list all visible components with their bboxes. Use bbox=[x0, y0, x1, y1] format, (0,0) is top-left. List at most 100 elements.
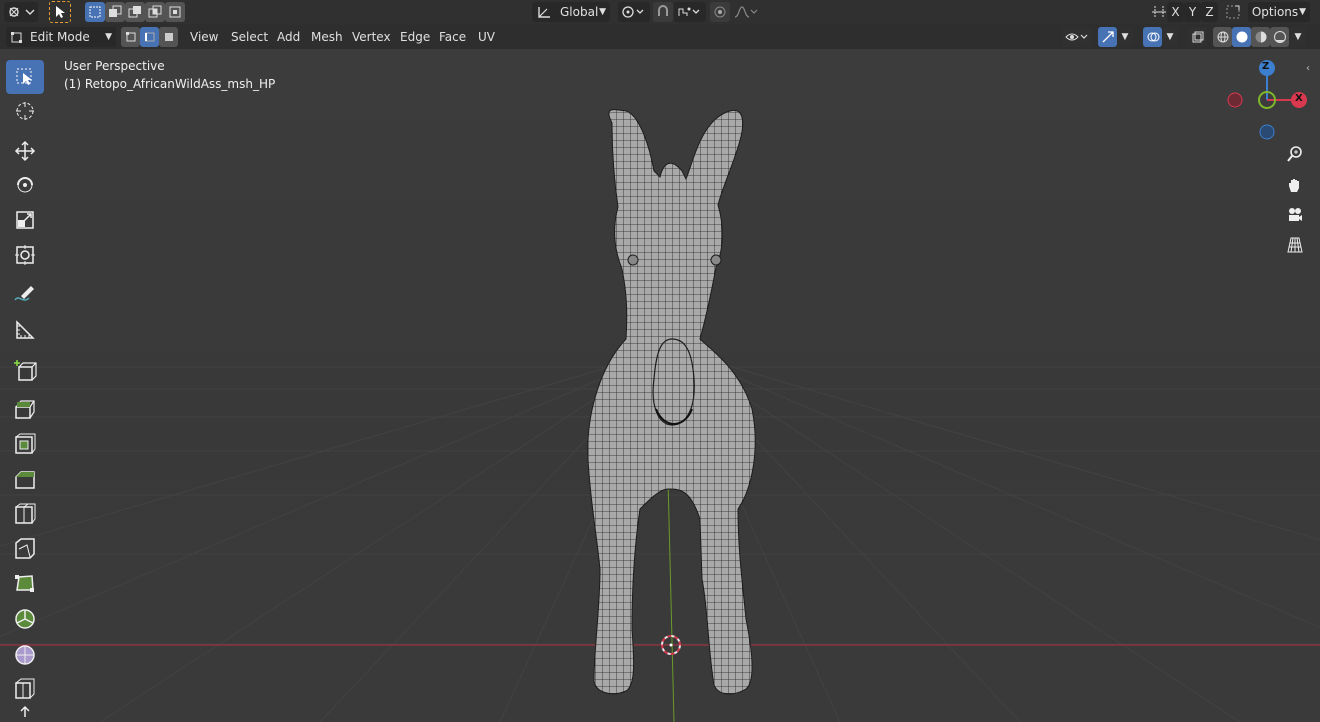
shading-material-icon[interactable] bbox=[1251, 27, 1270, 47]
falloff-dropdown[interactable] bbox=[731, 2, 761, 22]
mirror-x-toggle[interactable]: X bbox=[1167, 2, 1184, 22]
extrude-tool[interactable] bbox=[6, 392, 44, 426]
pan-hand-icon[interactable] bbox=[1281, 171, 1309, 199]
move-icon bbox=[14, 140, 36, 162]
measure-tool[interactable] bbox=[6, 313, 44, 347]
top-header-bar: Global ▼ X Y Z Options ▼ bbox=[0, 0, 1320, 24]
select-intersect-icon[interactable] bbox=[165, 2, 185, 22]
xray-toggle-icon[interactable] bbox=[1188, 27, 1207, 47]
face-select-mode-icon[interactable] bbox=[159, 27, 178, 47]
snap-toggle-icon[interactable] bbox=[653, 2, 673, 22]
loop-cut-icon bbox=[15, 503, 36, 524]
edge-slide-tool[interactable] bbox=[6, 672, 44, 706]
select-subtract-icon[interactable] bbox=[125, 2, 145, 22]
menu-view[interactable]: View bbox=[184, 27, 224, 47]
mirror-icon[interactable] bbox=[1150, 3, 1168, 21]
3d-viewport[interactable]: User Perspective (1) Retopo_AfricanWildA… bbox=[0, 49, 1320, 722]
sidebar-toggle-arrow[interactable]: ‹ bbox=[1306, 63, 1318, 79]
vertex-select-mode-icon[interactable] bbox=[121, 27, 140, 47]
rotate-icon bbox=[17, 177, 33, 193]
poly-build-icon bbox=[15, 575, 34, 592]
menu-add[interactable]: Add bbox=[271, 27, 306, 47]
select-invert-icon[interactable] bbox=[145, 2, 165, 22]
rotate-tool[interactable] bbox=[6, 168, 44, 202]
transform-orientation-dropdown[interactable]: Global ▼ bbox=[532, 2, 610, 22]
mirror-y-toggle[interactable]: Y bbox=[1184, 2, 1201, 22]
gizmo-toggle-icon[interactable] bbox=[1098, 27, 1117, 47]
select-mode-icon[interactable] bbox=[49, 1, 71, 23]
transform-icon bbox=[15, 245, 35, 265]
topology-mirror-icon[interactable] bbox=[1224, 3, 1242, 21]
shading-rendered-icon[interactable] bbox=[1270, 27, 1289, 47]
menu-select[interactable]: Select bbox=[225, 27, 274, 47]
snap-target-dropdown[interactable] bbox=[674, 2, 706, 22]
knife-tool[interactable] bbox=[6, 532, 44, 566]
edge-select-mode-icon[interactable] bbox=[140, 27, 159, 47]
inset-icon bbox=[15, 433, 36, 454]
inset-tool[interactable] bbox=[6, 427, 44, 461]
menu-vertex[interactable]: Vertex bbox=[346, 27, 397, 47]
perspective-toggle-icon[interactable] bbox=[1281, 231, 1309, 259]
select-box-icon bbox=[16, 68, 32, 85]
viewport-header-bar: Edit Mode ▼ View Select Add Mesh Vertex … bbox=[0, 24, 1320, 49]
poly-build-tool[interactable] bbox=[6, 567, 44, 601]
orientation-label: Global bbox=[560, 5, 599, 19]
view-name-label: User Perspective bbox=[64, 59, 165, 73]
shrink-tool[interactable] bbox=[6, 704, 44, 720]
annotate-icon bbox=[14, 286, 34, 301]
overlays-toggle-icon[interactable] bbox=[1143, 27, 1162, 47]
loop-cut-tool[interactable] bbox=[6, 497, 44, 531]
move-tool[interactable] bbox=[6, 134, 44, 168]
orientation-icon bbox=[538, 7, 550, 18]
menu-edge[interactable]: Edge bbox=[394, 27, 436, 47]
shading-dropdown[interactable]: ▼ bbox=[1290, 27, 1306, 47]
proportional-edit-icon[interactable] bbox=[710, 2, 730, 22]
mode-label: Edit Mode bbox=[30, 30, 90, 44]
overlays-dropdown[interactable]: ▼ bbox=[1162, 27, 1178, 47]
shading-wireframe-icon[interactable] bbox=[1213, 27, 1232, 47]
select-extend-icon[interactable] bbox=[105, 2, 125, 22]
add-cube-icon bbox=[14, 360, 37, 381]
pivot-point-dropdown[interactable] bbox=[618, 2, 650, 22]
select-box-tool[interactable] bbox=[6, 60, 44, 94]
scale-tool[interactable] bbox=[6, 203, 44, 237]
add-cube-tool[interactable] bbox=[6, 354, 44, 388]
options-dropdown[interactable]: Options ▼ bbox=[1248, 2, 1310, 22]
gizmo-z-label: Z bbox=[1262, 61, 1270, 72]
annotate-tool[interactable] bbox=[6, 278, 44, 312]
spin-icon bbox=[15, 609, 35, 629]
extrude-icon bbox=[15, 400, 35, 419]
visibility-dropdown[interactable] bbox=[1062, 27, 1092, 47]
mirror-z-toggle[interactable]: Z bbox=[1201, 2, 1218, 22]
spin-tool[interactable] bbox=[6, 602, 44, 636]
bevel-tool[interactable] bbox=[6, 462, 44, 496]
zoom-icon[interactable] bbox=[1281, 140, 1309, 168]
smooth-icon bbox=[15, 645, 35, 665]
chevron-down-icon: ▼ bbox=[105, 32, 112, 42]
menu-uv[interactable]: UV bbox=[472, 27, 501, 47]
bevel-icon bbox=[15, 471, 35, 489]
menu-face[interactable]: Face bbox=[433, 27, 472, 47]
mode-dropdown[interactable]: Edit Mode ▼ bbox=[6, 27, 116, 47]
select-new-icon[interactable] bbox=[85, 2, 105, 22]
options-label: Options bbox=[1251, 5, 1299, 19]
gizmo-neg-z-axis bbox=[1259, 124, 1275, 140]
editor-type-icon[interactable] bbox=[4, 2, 38, 22]
menu-mesh[interactable]: Mesh bbox=[305, 27, 349, 47]
edit-mode-icon bbox=[11, 32, 22, 43]
cursor-tool[interactable] bbox=[6, 94, 44, 128]
object-name-label: (1) Retopo_AfricanWildAss_msh_HP bbox=[64, 77, 276, 91]
gizmo-neg-x-axis bbox=[1227, 92, 1243, 108]
chevron-down-icon: ▼ bbox=[1299, 7, 1306, 17]
chevron-down-icon: ▼ bbox=[599, 7, 606, 17]
edge-slide-icon bbox=[15, 678, 35, 699]
shrink-fatten-icon bbox=[20, 705, 30, 717]
gizmo-dropdown[interactable]: ▼ bbox=[1117, 27, 1133, 47]
gizmo-x-label: X bbox=[1295, 93, 1303, 104]
camera-view-icon[interactable] bbox=[1281, 201, 1309, 229]
shading-solid-icon[interactable] bbox=[1232, 27, 1251, 47]
viewport-scene bbox=[0, 49, 1320, 722]
cursor-icon bbox=[16, 102, 34, 120]
transform-tool[interactable] bbox=[6, 238, 44, 272]
smooth-tool[interactable] bbox=[6, 637, 44, 671]
